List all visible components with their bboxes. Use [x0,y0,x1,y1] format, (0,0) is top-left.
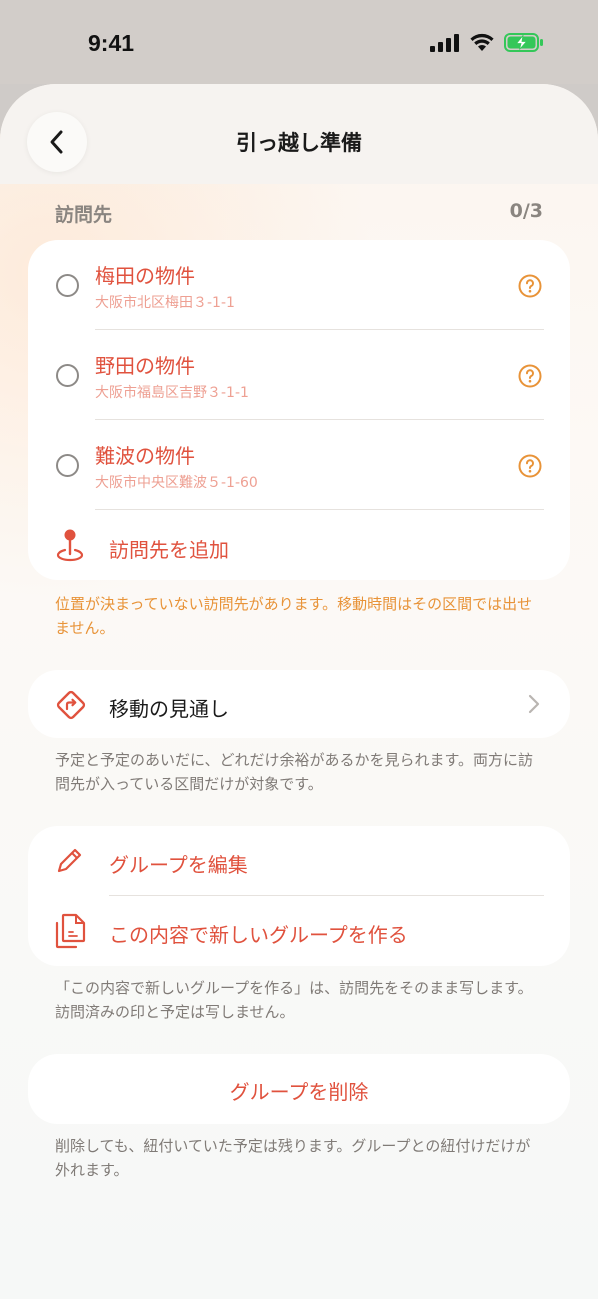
visits-header-label: 訪問先 [55,204,113,226]
sheet: 引っ越し準備 訪問先 0/3 梅田の物件 大阪市北区梅田３-1-1 野田の物件 … [0,84,598,1299]
documents-icon [55,913,86,949]
battery-charging-icon [504,33,543,52]
group-actions-card: グループを編集 この内容で新しいグループを作る [28,826,570,966]
visit-name: 野田の物件 [95,354,195,378]
move-outlook-row[interactable]: 移動の見通し [28,670,570,738]
visit-address: 大阪市福島区吉野３-1-1 [95,385,249,401]
visits-section-header: 訪問先 0/3 [55,200,543,227]
duplicate-group-note: 「この内容で新しいグループを作る」は、訪問先をそのまま写します。訪問済みの印と予… [55,979,533,1021]
location-pin-icon [56,529,84,562]
duplicate-group-label: この内容で新しいグループを作る [109,923,408,947]
nav-bar: 引っ越し準備 [0,84,598,184]
status-bar: 9:41 [0,0,598,84]
move-outlook-label: 移動の見通し [109,697,229,721]
visit-item[interactable]: 梅田の物件 大阪市北区梅田３-1-1 [28,240,570,330]
add-visit-button[interactable]: 訪問先を追加 [28,510,570,574]
delete-group-label: グループを削除 [229,1080,369,1104]
question-circle-icon[interactable] [518,274,542,298]
visit-check-radio[interactable] [56,454,79,477]
visit-item[interactable]: 難波の物件 大阪市中央区難波５-1-60 [28,420,570,510]
duplicate-group-button[interactable]: この内容で新しいグループを作る [28,896,570,966]
visit-name: 梅田の物件 [95,264,195,288]
chevron-right-icon [528,694,540,714]
visits-progress-count: 0/3 [509,200,543,222]
pencil-icon [57,848,82,873]
visit-name: 難波の物件 [95,444,195,468]
visit-check-radio[interactable] [56,274,79,297]
visit-address: 大阪市北区梅田３-1-1 [95,295,235,311]
add-visit-label: 訪問先を追加 [109,538,229,562]
delete-group-button[interactable]: グループを削除 [28,1054,570,1124]
wifi-icon [470,33,494,51]
status-icons [430,33,544,52]
move-outlook-note: 予定と予定のあいだに、どれだけ余裕があるかを見られます。両方に訪問先が入っている… [55,751,534,793]
status-time: 9:41 [88,30,135,56]
question-circle-icon[interactable] [518,364,542,388]
page-title: 引っ越し準備 [236,131,362,155]
edit-group-label: グループを編集 [109,853,248,877]
edit-group-button[interactable]: グループを編集 [28,826,570,896]
visit-item[interactable]: 野田の物件 大阪市福島区吉野３-1-1 [28,330,570,420]
cellular-signal-icon [430,33,459,52]
location-warning: 位置が決まっていない訪問先があります。移動時間はその区間では出せません。 [55,595,533,637]
delete-group-note: 削除しても、紐付いていた予定は残ります。グループとの紐付けだけが外れます。 [55,1137,531,1179]
visit-check-radio[interactable] [56,364,79,387]
visit-address: 大阪市中央区難波５-1-60 [95,475,258,491]
visits-card: 梅田の物件 大阪市北区梅田３-1-1 野田の物件 大阪市福島区吉野３-1-1 難… [28,240,570,580]
question-circle-icon[interactable] [518,454,542,478]
route-turn-icon [56,690,86,720]
